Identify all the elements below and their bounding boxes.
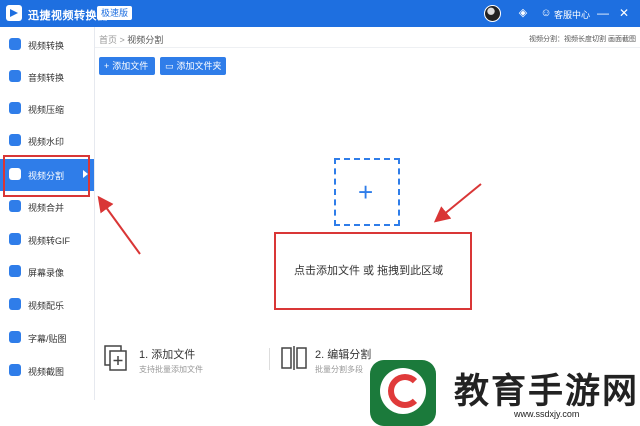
step-2-title: 2. 编辑分割 <box>315 349 372 361</box>
add-file-step-icon <box>104 345 127 371</box>
step-divider <box>269 348 270 370</box>
watermark-text: 教育手游网 <box>454 371 640 412</box>
annotation-arrow-left <box>97 195 141 255</box>
step-1-title: 1. 添加文件 <box>139 349 196 361</box>
watermark-url: www.ssdxjy.com <box>514 409 580 419</box>
watermark-logo <box>370 360 436 426</box>
step-2-desc: 批量分割多段 <box>315 365 363 374</box>
split-step-icon <box>281 346 307 370</box>
site-watermark: 教育手游网 www.ssdxjy.com <box>364 357 640 426</box>
step-1-desc: 支持批量添加文件 <box>139 365 203 374</box>
annotation-arrow-right <box>433 183 482 223</box>
